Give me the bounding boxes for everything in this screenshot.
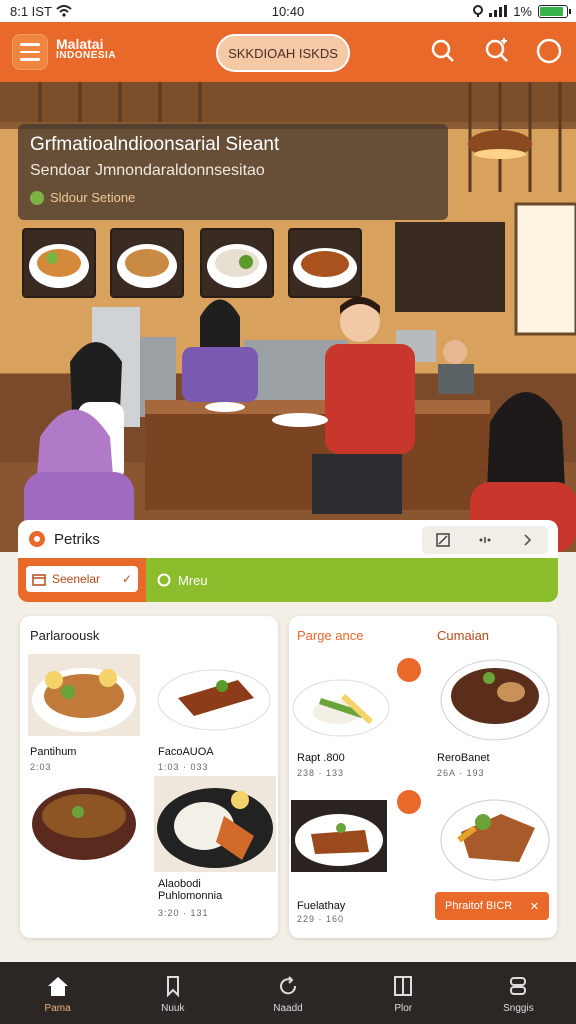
tab-menu-label: Mreu xyxy=(178,572,208,588)
dish-thumbnail[interactable] xyxy=(200,228,274,298)
book-icon xyxy=(394,975,413,996)
food-image[interactable] xyxy=(156,658,272,734)
food-name[interactable]: Pantihum xyxy=(30,746,76,758)
chevron-right-icon[interactable] xyxy=(519,532,535,548)
nav-label: Snggis xyxy=(503,1002,534,1014)
nav-label: Naadd xyxy=(273,1002,303,1014)
food-image[interactable] xyxy=(439,652,551,744)
order-button-label: Phraitof BICR xyxy=(445,900,513,912)
nav-label: Plor xyxy=(394,1002,413,1014)
card-header: Parge ance xyxy=(297,628,364,643)
food-name[interactable]: Fuelathay xyxy=(297,900,345,912)
bottom-navigation: Pama Nuuk Naadd Plor Snggis xyxy=(0,962,576,1024)
location-icon xyxy=(473,5,484,17)
card-header: Parlaroousk xyxy=(30,628,100,643)
add-badge-icon[interactable] xyxy=(397,658,421,682)
menu-button[interactable] xyxy=(12,34,48,70)
close-icon: ✕ xyxy=(529,900,539,913)
dish-thumbnail[interactable] xyxy=(288,228,362,298)
food-image[interactable] xyxy=(28,782,142,866)
nav-item-bookmark[interactable]: Nuuk xyxy=(115,962,230,1024)
hero-tag-label: Sldour Setione xyxy=(50,190,136,205)
filter-panel: Petriks Seenelar ✓ Mreu xyxy=(18,520,558,602)
calendar-icon xyxy=(32,574,46,586)
settings-icon xyxy=(510,976,527,995)
status-bar: 8:1 IST 10:40 1% xyxy=(0,0,576,22)
nav-item-book[interactable]: Plor xyxy=(346,962,461,1024)
hero-tag[interactable]: Sldour Setione xyxy=(30,190,436,205)
food-image[interactable] xyxy=(28,654,140,736)
hamburger-line xyxy=(20,58,40,61)
nav-item-settings[interactable]: Snggis xyxy=(461,962,576,1024)
hero-subtitle: Sendoar Jmnondaraldonnsesitao xyxy=(30,162,265,179)
hero-title: Grfmatioalndioonsarial Sieant xyxy=(30,134,280,155)
food-name[interactable]: FacoAUOA xyxy=(158,746,214,758)
search-button[interactable]: SKKDIOAH ISKDS xyxy=(216,34,350,72)
food-name[interactable]: Rapt .800 xyxy=(297,752,345,764)
battery-icon xyxy=(538,4,571,18)
flower-icon xyxy=(29,531,45,547)
signal-icon xyxy=(489,5,508,17)
food-image[interactable] xyxy=(154,776,276,872)
hamburger-line xyxy=(20,50,40,54)
food-name[interactable]: Alaobodi Puhlomonnia xyxy=(158,878,268,902)
food-price: 238 · 133 xyxy=(297,768,345,778)
hero-text-box: Grfmatioalndioonsarial Sieant Sendoar Jm… xyxy=(18,124,448,220)
refresh-icon xyxy=(157,573,171,587)
food-price: 3:20 · 131 xyxy=(158,908,209,918)
hero-banner: Grfmatioalndioonsarial Sieant Sendoar Jm… xyxy=(0,82,576,552)
profile-icon[interactable] xyxy=(534,36,564,66)
add-badge-icon[interactable] xyxy=(397,790,421,814)
food-price: 1:03 · 033 xyxy=(158,762,209,772)
logo-line2: INDONESIA xyxy=(56,50,117,61)
search-icon[interactable] xyxy=(428,36,458,66)
refresh-icon xyxy=(280,975,297,994)
dish-thumbnail[interactable] xyxy=(22,228,96,298)
hamburger-icon xyxy=(20,43,40,46)
food-image[interactable] xyxy=(291,800,387,872)
app-logo: Malatai INDONESIA xyxy=(56,36,117,62)
check-icon: ✓ xyxy=(121,572,132,586)
food-price: 26A · 193 xyxy=(437,768,485,778)
home-icon xyxy=(47,976,68,996)
tab-selector[interactable]: Seenelar ✓ xyxy=(18,558,146,602)
nav-item-home[interactable]: Pama xyxy=(0,962,115,1024)
leaf-icon xyxy=(30,190,44,205)
order-button[interactable]: Phraitof BICR ✕ xyxy=(435,892,549,920)
food-price: 229 · 160 xyxy=(297,914,345,924)
clock: 10:40 xyxy=(271,3,305,19)
battery-percent: 1% xyxy=(513,3,532,19)
food-image[interactable] xyxy=(439,792,551,884)
panel-controls xyxy=(422,526,548,554)
menu-card-right: Parge ance Cumaian Rapt .800 238 · 133 R… xyxy=(289,616,557,938)
tab-selector-label: Seenelar xyxy=(52,572,101,586)
card-header: Cumaian xyxy=(437,628,490,643)
nav-item-refresh[interactable]: Naadd xyxy=(230,962,345,1024)
nav-label: Nuuk xyxy=(161,1002,185,1014)
dish-thumbnail[interactable] xyxy=(110,228,184,298)
food-price: 2:03 xyxy=(30,762,52,772)
menu-card-left: Parlaroousk Pantihum 2:03 FacoAUOA 1:03 … xyxy=(20,616,278,938)
bookmark-icon xyxy=(166,975,179,997)
tab-menu[interactable]: Mreu xyxy=(146,558,558,602)
logo-line1: Malatai xyxy=(56,36,104,52)
edit-icon[interactable] xyxy=(435,532,451,548)
app-header: Malatai INDONESIA SKKDIOAH ISKDS xyxy=(0,22,576,82)
food-image[interactable] xyxy=(291,672,391,738)
panel-title: Petriks xyxy=(54,530,100,548)
food-name[interactable]: ReroBanet xyxy=(437,752,490,764)
nav-label: Pama xyxy=(44,1002,71,1014)
carrier-label: 8:1 IST xyxy=(10,3,52,19)
wifi-icon xyxy=(56,5,72,17)
more-icon[interactable] xyxy=(477,532,493,548)
zoom-icon[interactable] xyxy=(482,36,512,66)
